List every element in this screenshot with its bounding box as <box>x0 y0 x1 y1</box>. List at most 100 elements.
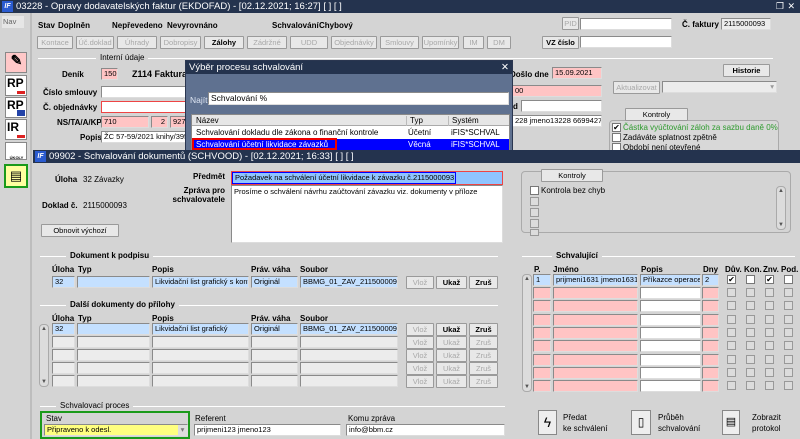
att-uloha[interactable]: 32 <box>52 323 75 335</box>
appr-pod-checkbox[interactable] <box>784 354 793 364</box>
att-popis[interactable] <box>152 336 249 348</box>
appr-pod-checkbox[interactable] <box>784 367 793 377</box>
att-vloz-button[interactable]: Vlož <box>406 349 434 362</box>
obnovit-vychozi-button[interactable]: Obnovit výchozí <box>41 224 119 237</box>
schvalujici-scrollbar[interactable]: ▲ ▼ <box>522 274 532 392</box>
supplier-input[interactable]: 228 jmeno13228 66994273 <box>512 115 602 127</box>
field-input[interactable] <box>521 100 602 112</box>
att-ukaz-button[interactable]: Ukaž <box>436 349 467 362</box>
komu-input[interactable]: info@bbm.cz <box>346 424 505 436</box>
appr-duv-checkbox[interactable] <box>727 327 736 337</box>
appr-dny[interactable] <box>702 326 719 339</box>
appr-pod-checkbox[interactable] <box>784 314 793 324</box>
rp-eu-icon[interactable]: RP <box>5 97 27 118</box>
att-ukaz-button[interactable]: Ukaž <box>436 323 467 336</box>
pid-button[interactable]: PID <box>562 17 579 30</box>
appr-jmeno[interactable] <box>553 313 638 326</box>
zprava-textarea[interactable]: Prosíme o schválení návrhu zaúčtování zá… <box>231 185 503 243</box>
att-zrus-button[interactable]: Zruš <box>469 375 498 388</box>
tab-4[interactable]: Zálohy <box>204 36 244 49</box>
kontroly-scrollbar[interactable]: ▲ ▼ <box>776 186 786 230</box>
att-vaha[interactable] <box>251 375 298 387</box>
appr-jmeno[interactable] <box>553 300 638 313</box>
appr-kon-checkbox[interactable] <box>746 314 755 324</box>
scroll-up-icon[interactable]: ▲ <box>40 325 48 333</box>
close-icon[interactable]: ✕ <box>501 61 509 74</box>
find-input[interactable]: Schvalování % <box>208 92 509 105</box>
task-list-icon[interactable]: ▤ <box>4 164 28 188</box>
appr-znv-checkbox[interactable] <box>765 381 774 391</box>
popis-input[interactable]: ŽC 57-59/2021 knihy/395 <box>101 131 191 143</box>
kontrola-checkbox[interactable] <box>530 219 539 228</box>
appr-poradi[interactable] <box>533 300 551 313</box>
bg-kontrola-checkbox-1[interactable]: ✔ <box>612 123 621 132</box>
kontroly-button[interactable]: Kontroly <box>541 169 603 182</box>
historie-button[interactable]: Historie <box>723 64 770 77</box>
tab-2[interactable]: Úhrady <box>117 36 157 49</box>
doc-zrus-button[interactable]: Zruš <box>469 276 498 289</box>
objednavka-input[interactable] <box>101 101 191 113</box>
column-system[interactable]: Systém <box>448 116 479 126</box>
bg-kontrola-checkbox-2[interactable] <box>612 133 621 142</box>
appr-dny[interactable] <box>702 287 719 299</box>
att-ukaz-button[interactable]: Ukaž <box>436 375 467 388</box>
column-nazev[interactable]: Název <box>196 116 219 125</box>
appr-poradi[interactable] <box>533 287 551 299</box>
att-vloz-button[interactable]: Vlož <box>406 375 434 388</box>
prubeh-label[interactable]: Průběh <box>658 413 684 422</box>
att-typ[interactable] <box>77 336 150 348</box>
tab-11[interactable]: DM <box>487 36 511 49</box>
vz-cislo-input[interactable] <box>580 36 672 48</box>
att-vaha[interactable] <box>251 349 298 361</box>
close-icon[interactable]: ✕ <box>787 0 795 13</box>
aktualizovat-select[interactable]: ▾ <box>662 81 777 93</box>
appr-jmeno[interactable] <box>553 366 638 379</box>
stav-select[interactable]: Připraveno k odesl. ▾ <box>44 424 188 436</box>
appr-poradi[interactable] <box>533 326 551 339</box>
appr-duv-checkbox[interactable] <box>727 341 736 351</box>
tab-0[interactable]: Kontace <box>37 36 73 49</box>
tab-1[interactable]: Úč.doklad <box>76 36 114 49</box>
column-typ[interactable]: Typ <box>406 116 423 126</box>
att-popis[interactable] <box>152 362 249 374</box>
book-icon[interactable]: ▯ <box>631 410 651 435</box>
scroll-up-icon[interactable]: ▲ <box>777 187 785 195</box>
appr-znv-checkbox[interactable] <box>765 288 774 297</box>
kontrola-checkbox[interactable] <box>530 208 539 217</box>
tab-5[interactable]: Zádržné <box>247 36 287 49</box>
nav-button[interactable]: Nav <box>2 16 24 28</box>
att-uloha[interactable] <box>52 336 75 348</box>
tab-6[interactable]: UDD <box>290 36 328 49</box>
appr-jmeno[interactable] <box>553 340 638 353</box>
appr-kon-checkbox[interactable] <box>746 354 755 364</box>
att-uloha[interactable] <box>52 349 75 361</box>
appr-jmeno[interactable] <box>553 326 638 339</box>
appr-dny[interactable] <box>702 313 719 326</box>
appr-pod-checkbox[interactable] <box>784 381 793 391</box>
att-vaha[interactable] <box>251 362 298 374</box>
appr-kon-checkbox[interactable] <box>746 275 755 284</box>
zobrazit-label[interactable]: Zobrazit <box>752 413 781 422</box>
att-typ[interactable] <box>77 323 150 335</box>
approve-pen-icon[interactable]: ✎ <box>5 52 27 73</box>
appr-popis[interactable] <box>640 340 701 353</box>
prilohy-scrollbar[interactable]: ▲ ▼ <box>39 324 49 387</box>
att-soubor[interactable] <box>300 362 398 374</box>
tab-7[interactable]: Objednávky <box>331 36 377 49</box>
tab-3[interactable]: Dobropisy <box>160 36 201 49</box>
tab-9[interactable]: Upomínky <box>422 36 459 49</box>
appr-kon-checkbox[interactable] <box>746 327 755 337</box>
appr-jmeno[interactable] <box>553 380 638 393</box>
att-ukaz-button[interactable]: Ukaž <box>436 362 467 375</box>
kontrola-checkbox[interactable] <box>530 197 539 206</box>
rp-cz-icon[interactable]: RP <box>5 75 27 96</box>
appr-popis[interactable] <box>640 300 701 313</box>
appr-dny[interactable]: 2 <box>702 274 719 286</box>
att-zrus-button[interactable]: Zruš <box>469 323 498 336</box>
appr-duv-checkbox[interactable] <box>727 314 736 324</box>
appr-znv-checkbox[interactable]: ✔ <box>765 275 774 284</box>
att-zrus-button[interactable]: Zruš <box>469 336 498 349</box>
scroll-down-icon[interactable]: ▼ <box>523 383 531 391</box>
att-vaha[interactable]: Originál <box>251 323 298 335</box>
appr-poradi[interactable] <box>533 340 551 353</box>
